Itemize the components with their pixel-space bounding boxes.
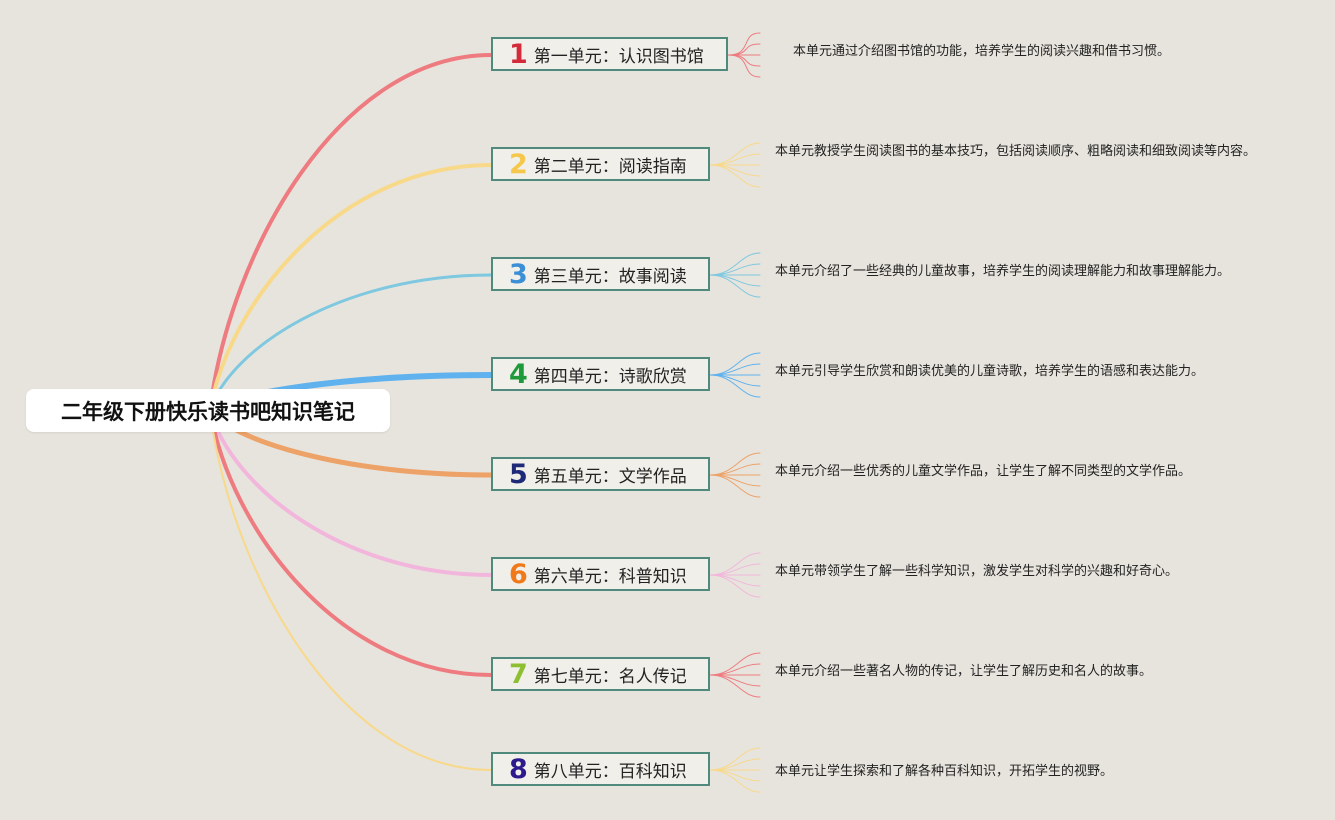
unit-label-5: 第五单元：文学作品 [533, 466, 687, 487]
unit-1-description: 本单元通过介绍图书馆的功能，培养学生的阅读兴趣和借书习惯。 [793, 44, 1171, 59]
fan-line-7-1 [709, 652, 761, 676]
fan-line-2-5 [709, 164, 761, 188]
unit-label-2: 第二单元：阅读指南 [533, 156, 687, 177]
unit-label-7: 第七单元：名人传记 [533, 666, 687, 687]
unit-number-2: 2 [509, 148, 528, 180]
unit-4-node[interactable]: 4 第四单元：诗歌欣赏 [491, 357, 710, 391]
fan-line-4-5 [709, 374, 761, 398]
unit-label-8: 第八单元：百科知识 [533, 761, 687, 782]
fan-line-7-5 [709, 674, 761, 698]
unit-3-description: 本单元介绍了一些经典的儿童故事，培养学生的阅读理解能力和故事理解能力。 [775, 264, 1231, 279]
unit-8-node[interactable]: 8 第八单元：百科知识 [491, 752, 710, 786]
unit-label-1: 第一单元：认识图书馆 [533, 46, 704, 67]
unit-2-node[interactable]: 2 第二单元：阅读指南 [491, 147, 710, 181]
fan-line-2-1 [709, 142, 761, 166]
unit-number-8: 8 [509, 753, 528, 785]
branch-line-1 [208, 53, 493, 412]
unit-label-3: 第三单元：故事阅读 [533, 266, 687, 287]
unit-7-description: 本单元介绍一些著名人物的传记，让学生了解历史和名人的故事。 [775, 664, 1153, 679]
unit-1-node[interactable]: 1 第一单元：认识图书馆 [491, 37, 728, 71]
branch-line-7 [208, 408, 493, 677]
unit-number-5: 5 [509, 458, 528, 490]
fan-line-5-1 [709, 452, 761, 476]
fan-line-6-5 [709, 574, 761, 598]
fan-line-8-1 [709, 747, 761, 771]
unit-label-4: 第四单元：诗歌欣赏 [533, 366, 687, 387]
fan-line-3-5 [709, 274, 761, 298]
fan-line-4-1 [709, 352, 761, 376]
unit-8-description: 本单元让学生探索和了解各种百科知识，开拓学生的视野。 [775, 764, 1114, 779]
central-topic-label: 二年级下册快乐读书吧知识笔记 [61, 399, 355, 424]
central-topic[interactable]: 二年级下册快乐读书吧知识笔记 [26, 389, 390, 432]
unit-number-4: 4 [509, 358, 528, 390]
unit-number-3: 3 [509, 258, 528, 290]
fan-line-6-1 [709, 552, 761, 576]
unit-label-6: 第六单元：科普知识 [533, 566, 687, 587]
unit-4-description: 本单元引导学生欣赏和朗读优美的儿童诗歌，培养学生的语感和表达能力。 [775, 364, 1205, 379]
unit-5-description: 本单元介绍一些优秀的儿童文学作品，让学生了解不同类型的文学作品。 [775, 464, 1192, 479]
fan-line-1-4 [727, 54, 761, 67]
unit-2-description: 本单元教授学生阅读图书的基本技巧，包括阅读顺序、粗略阅读和细致阅读等内容。 [775, 144, 1257, 159]
fan-line-1-2 [727, 43, 761, 56]
unit-6-node[interactable]: 6 第六单元：科普知识 [491, 557, 710, 591]
unit-3-node[interactable]: 3 第三单元：故事阅读 [491, 257, 710, 291]
unit-number-1: 1 [509, 38, 528, 70]
fan-line-3-1 [709, 252, 761, 276]
fan-line-5-5 [709, 474, 761, 498]
unit-5-node[interactable]: 5 第五单元：文学作品 [491, 457, 710, 491]
fan-line-8-5 [709, 769, 761, 793]
unit-number-7: 7 [509, 658, 528, 690]
unit-number-6: 6 [509, 558, 528, 590]
unit-7-node[interactable]: 7 第七单元：名人传记 [491, 657, 710, 691]
unit-6-description: 本单元带领学生了解一些科学知识，激发学生对科学的兴趣和好奇心。 [775, 564, 1179, 579]
